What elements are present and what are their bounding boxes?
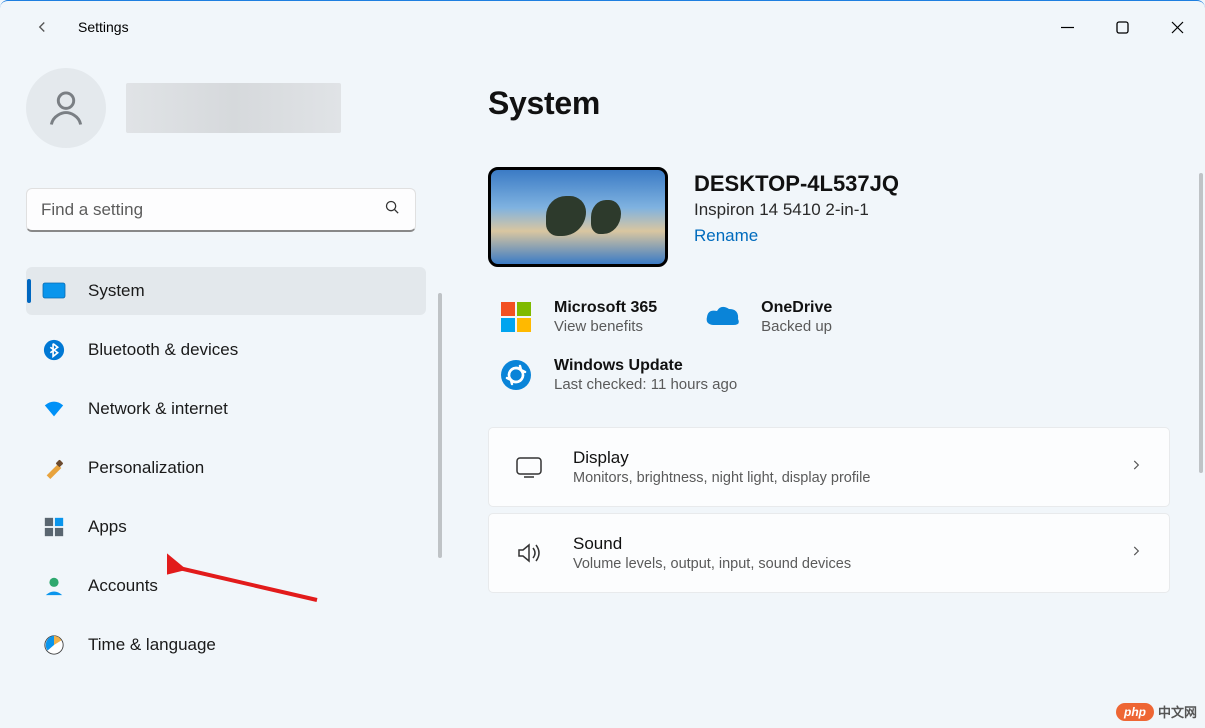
chevron-right-icon — [1129, 544, 1143, 563]
network-icon — [42, 397, 66, 421]
page-title: System — [488, 85, 1179, 122]
chevron-right-icon — [1129, 458, 1143, 477]
sidebar-item-system[interactable]: System — [26, 267, 426, 315]
status-onedrive[interactable]: OneDrive Backed up — [705, 299, 832, 335]
status-update[interactable]: Windows Update Last checked: 11 hours ag… — [498, 357, 737, 393]
rename-button[interactable]: Rename — [694, 226, 758, 246]
status-sub: Last checked: 11 hours ago — [554, 376, 737, 393]
device-thumbnail[interactable] — [488, 167, 668, 267]
watermark-text: 中文网 — [1158, 702, 1197, 721]
status-title: Windows Update — [554, 357, 737, 375]
status-title: OneDrive — [761, 299, 832, 317]
sound-icon — [515, 542, 543, 564]
sidebar-item-label: Accounts — [88, 576, 158, 596]
maximize-icon — [1116, 21, 1129, 34]
sidebar-item-network[interactable]: Network & internet — [26, 385, 426, 433]
accounts-icon — [42, 574, 66, 598]
card-sound[interactable]: Sound Volume levels, output, input, soun… — [488, 513, 1170, 593]
minimize-icon — [1061, 21, 1074, 34]
card-sub: Volume levels, output, input, sound devi… — [573, 556, 1099, 572]
status-sub: Backed up — [761, 318, 832, 335]
window-controls — [1040, 5, 1205, 50]
status-sub: View benefits — [554, 318, 657, 335]
system-icon — [42, 279, 66, 303]
search-box[interactable] — [26, 188, 416, 232]
bluetooth-icon — [42, 338, 66, 362]
account-name-placeholder — [126, 83, 341, 133]
onedrive-icon — [705, 299, 741, 335]
personalization-icon — [42, 456, 66, 480]
display-icon — [515, 456, 543, 478]
sidebar: System Bluetooth & devices Network & int… — [0, 53, 442, 728]
search-icon — [384, 199, 401, 221]
back-arrow-icon — [33, 18, 51, 36]
profile-block[interactable] — [26, 68, 430, 148]
sidebar-item-label: Network & internet — [88, 399, 228, 419]
close-icon — [1171, 21, 1184, 34]
card-title: Display — [573, 448, 1099, 468]
main-content: System DESKTOP-4L537JQ Inspiron 14 5410 … — [442, 53, 1205, 728]
sidebar-item-apps[interactable]: Apps — [26, 503, 426, 551]
sidebar-nav: System Bluetooth & devices Network & int… — [26, 267, 426, 669]
back-button[interactable] — [22, 7, 62, 47]
update-icon — [498, 357, 534, 393]
sidebar-item-label: Time & language — [88, 635, 216, 655]
device-name: DESKTOP-4L537JQ — [694, 171, 899, 197]
card-title: Sound — [573, 534, 1099, 554]
sidebar-item-label: System — [88, 281, 145, 301]
m365-icon — [498, 299, 534, 335]
device-info: DESKTOP-4L537JQ Inspiron 14 5410 2-in-1 … — [694, 167, 899, 246]
apps-icon — [42, 515, 66, 539]
sidebar-item-time[interactable]: Time & language — [26, 621, 426, 669]
app-title: Settings — [78, 19, 129, 35]
card-display[interactable]: Display Monitors, brightness, night ligh… — [488, 427, 1170, 507]
sidebar-item-personalization[interactable]: Personalization — [26, 444, 426, 492]
time-icon — [42, 633, 66, 657]
sidebar-item-bluetooth[interactable]: Bluetooth & devices — [26, 326, 426, 374]
device-model: Inspiron 14 5410 2-in-1 — [694, 200, 899, 220]
main-scrollbar[interactable] — [1199, 173, 1203, 473]
status-row-2: Windows Update Last checked: 11 hours ag… — [488, 357, 1179, 393]
status-row: Microsoft 365 View benefits OneDrive Bac… — [488, 299, 1179, 335]
card-sub: Monitors, brightness, night light, displ… — [573, 470, 1099, 486]
watermark: php 中文网 — [1116, 702, 1197, 721]
sidebar-item-label: Personalization — [88, 458, 204, 478]
maximize-button[interactable] — [1095, 5, 1150, 50]
sidebar-item-label: Apps — [88, 517, 127, 537]
close-button[interactable] — [1150, 5, 1205, 50]
person-icon — [44, 86, 88, 130]
sidebar-item-accounts[interactable]: Accounts — [26, 562, 426, 610]
device-block: DESKTOP-4L537JQ Inspiron 14 5410 2-in-1 … — [488, 167, 1179, 267]
search-input[interactable] — [41, 200, 384, 220]
settings-cards: Display Monitors, brightness, night ligh… — [488, 427, 1179, 593]
sidebar-item-label: Bluetooth & devices — [88, 340, 238, 360]
avatar — [26, 68, 106, 148]
watermark-logo: php — [1116, 703, 1154, 721]
status-m365[interactable]: Microsoft 365 View benefits — [498, 299, 657, 335]
minimize-button[interactable] — [1040, 5, 1095, 50]
titlebar: Settings — [0, 1, 1205, 53]
status-title: Microsoft 365 — [554, 299, 657, 317]
